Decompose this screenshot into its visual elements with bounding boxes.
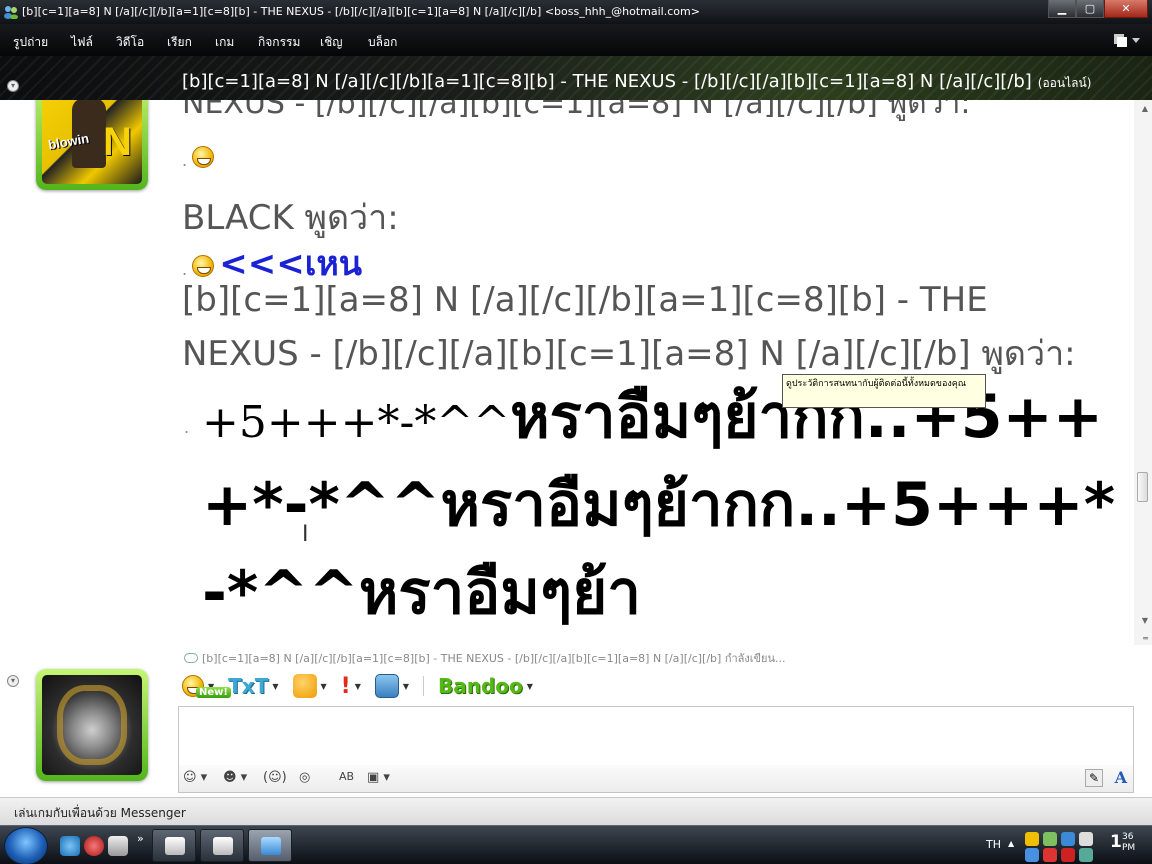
wink-face-icon — [292, 674, 317, 698]
conversation-header: ▾ [b][c=1][a=8] N [/a][/c][/b][a=1][c=8]… — [0, 56, 1152, 100]
start-button[interactable] — [4, 827, 48, 864]
nudge-button[interactable]: ! ▼ — [341, 674, 361, 699]
task-button-1[interactable] — [152, 829, 196, 862]
menu-photos[interactable]: รูปถ่าย — [13, 33, 48, 52]
scroll-down-icon[interactable]: ▼ — [1142, 616, 1148, 625]
collapse-chevron-icon[interactable]: ▾ — [7, 675, 19, 687]
menu-bar: รูปถ่าย ไฟล์ วิดีโอ เรียก เกม กิจกรรม เช… — [0, 24, 1152, 56]
grin-emoticon-icon — [192, 146, 215, 168]
typing-status: [b][c=1][a=8] N [/a][/c][/b][a=1][c=8][b… — [184, 649, 786, 667]
my-avatar[interactable] — [36, 669, 148, 781]
send-file-button[interactable]: ▣ ▾ — [367, 770, 390, 785]
menu-files[interactable]: ไฟล์ — [71, 33, 93, 52]
volume-icon[interactable] — [1079, 832, 1093, 846]
chevron-down-icon: ▼ — [526, 681, 533, 691]
menu-call[interactable]: เรียก — [167, 33, 192, 52]
menu-activities[interactable]: กิจกรรม — [258, 33, 300, 52]
text-cursor-icon: I — [302, 522, 309, 547]
chat-history[interactable]: blowin N NEXUS - [/b][/c][/a][b][c=1][a=… — [0, 100, 1152, 645]
chevron-down-icon: ▼ — [272, 681, 279, 691]
menu-invite[interactable]: เชิญ — [320, 33, 342, 52]
close-button[interactable]: ✕ — [1104, 0, 1148, 18]
chevron-down-icon: ▼ — [402, 681, 410, 691]
message-input[interactable] — [178, 706, 1134, 767]
chat-scrollbar[interactable]: ▲ ▼ ═ — [1134, 100, 1152, 645]
network-icon[interactable] — [1061, 832, 1075, 846]
message-3-dot: . — [184, 418, 190, 437]
nudge-small-icon[interactable]: (☺) — [263, 770, 287, 785]
emoticon-button[interactable]: ☺ ▾ — [183, 770, 207, 785]
winks-button[interactable]: ▼ — [292, 674, 327, 698]
grin-emoticon-icon — [192, 255, 215, 277]
tray-app-icon[interactable] — [1025, 848, 1039, 862]
new-badge: New! — [196, 687, 231, 698]
browser-icon[interactable] — [84, 836, 104, 856]
window-title: [b][c=1][a=8] N [/a][/c][/b][a=1][c=8][b… — [22, 5, 700, 18]
clock-minutes[interactable]: 36 PM — [1122, 832, 1135, 854]
ie-icon[interactable] — [60, 836, 80, 856]
messenger-tray-icon[interactable] — [1043, 832, 1057, 846]
wink-button[interactable]: ☻ ▾ — [223, 770, 247, 785]
sender-nexus-line2: NEXUS - [/b][/c][/a][b][c=1][a=8] N [/a]… — [182, 334, 1076, 374]
quicklaunch-more-icon[interactable]: » — [137, 832, 144, 845]
minimize-button[interactable]: ▁ — [1048, 0, 1076, 18]
txt-button[interactable]: TxT ▼ — [228, 674, 278, 698]
message-3: +5+++*-*^^หราอืมๆย้ากก..+5+++*-*^^หราอืม… — [202, 382, 1116, 628]
contact-avatar[interactable]: blowin N — [36, 100, 148, 190]
scroll-thumb[interactable] — [1137, 472, 1148, 502]
antivirus-icon[interactable] — [1061, 848, 1075, 862]
taskbar: » TH ▲ 1 36 PM — [0, 825, 1152, 864]
messenger-app-icon — [4, 6, 18, 19]
language-indicator[interactable]: TH — [986, 838, 1001, 851]
message-1: . — [182, 146, 215, 170]
voice-clip-icon[interactable]: ◎ — [299, 770, 310, 785]
window-titlebar: [b][c=1][a=8] N [/a][/c][/b][a=1][c=8][b… — [0, 0, 1152, 24]
menu-games[interactable]: เกม — [215, 33, 234, 52]
sender-nexus-line1: [b][c=1][a=8] N [/a][/c][/b][a=1][c=8][b… — [182, 280, 988, 320]
menu-video[interactable]: วิดีโอ — [116, 33, 144, 52]
format-toolbar: ☺ ▾ ☻ ▾ (☺) ◎ AB ▣ ▾ ✎ A — [178, 765, 1134, 793]
font-icon[interactable]: A — [1115, 768, 1127, 787]
nudge-icon: ! — [340, 673, 351, 699]
split-handle-icon[interactable]: ═ — [1143, 634, 1148, 643]
layout-menu-icon[interactable] — [1112, 32, 1142, 48]
task-button-2[interactable] — [200, 829, 244, 862]
spellcheck-button[interactable]: AB — [339, 770, 354, 783]
games-bar[interactable]: เล่นเกมกับเพื่อนด้วย Messenger — [0, 797, 1152, 825]
contact-status: (ออนไลน์) — [1037, 76, 1092, 90]
sync-icon[interactable] — [1079, 848, 1093, 862]
maximize-button[interactable]: ▢ — [1076, 0, 1104, 18]
contact-name: [b][c=1][a=8] N [/a][/c][/b][a=1][c=8][b… — [182, 71, 1092, 92]
compose-toolbar: ▼ TxT ▼ ▼ ! ▼ ▼ Bandoo ▼ — [182, 671, 547, 701]
cut-off-message-line: NEXUS - [/b][/c][/a][b][c=1][a=8] N [/a]… — [182, 100, 971, 121]
history-tooltip: ดูประวัติการสนทนากับผู้ติดต่อนี้ทั้งหมดข… — [782, 374, 986, 408]
collapse-chevron-icon[interactable]: ▾ — [7, 80, 19, 92]
chevron-down-icon: ▼ — [354, 681, 361, 691]
picture-icon — [374, 674, 399, 698]
bandoo-button[interactable]: Bandoo ▼ — [438, 674, 533, 698]
background-button[interactable]: ▼ — [374, 674, 410, 698]
clock-hour[interactable]: 1 — [1110, 832, 1122, 852]
menu-blog[interactable]: บล็อก — [368, 33, 397, 52]
chevron-down-icon: ▼ — [320, 681, 327, 691]
handwriting-icon[interactable]: ✎ — [1085, 769, 1103, 787]
scroll-up-icon[interactable]: ▲ — [1142, 104, 1148, 113]
security-icon[interactable] — [1043, 848, 1057, 862]
shield-icon[interactable] — [1025, 832, 1039, 846]
task-button-messenger[interactable] — [248, 829, 292, 862]
tray-expand-icon[interactable]: ▲ — [1008, 839, 1014, 848]
app-icon[interactable] — [108, 836, 128, 856]
speech-bubble-icon — [184, 653, 198, 663]
